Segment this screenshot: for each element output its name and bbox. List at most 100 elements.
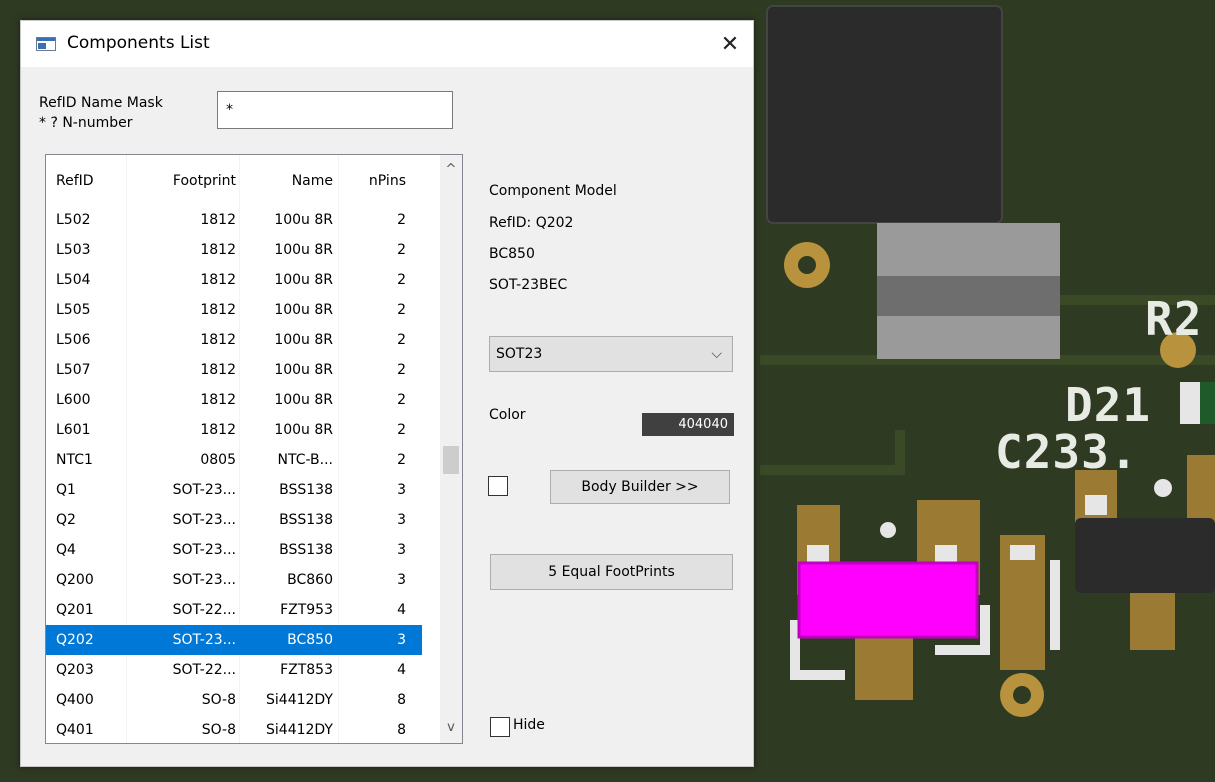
pcb-label-d: D21 bbox=[1065, 378, 1152, 432]
cell-refid: L503 bbox=[56, 242, 91, 258]
cell-name: BSS138 bbox=[279, 542, 333, 558]
refid-mask-label: RefID Name Mask * ? N-number bbox=[39, 93, 163, 133]
cell-refid: L507 bbox=[56, 362, 91, 378]
cell-name: 100u 8R bbox=[274, 422, 333, 438]
cell-footprint: SOT-23... bbox=[172, 632, 236, 648]
cell-name: Si4412DY bbox=[266, 722, 333, 738]
cell-footprint: SOT-22... bbox=[172, 602, 236, 618]
cell-npins: 2 bbox=[397, 302, 406, 318]
cell-name: FZT853 bbox=[280, 662, 333, 678]
column-header-refid[interactable]: RefID bbox=[56, 173, 94, 189]
cell-refid: L502 bbox=[56, 212, 91, 228]
table-row[interactable]: Q2 SOT-23... BSS138 3 bbox=[46, 505, 422, 535]
cell-npins: 2 bbox=[397, 392, 406, 408]
cell-refid: L600 bbox=[56, 392, 91, 408]
cell-npins: 2 bbox=[397, 362, 406, 378]
table-row[interactable]: Q200 SOT-23... BC860 3 bbox=[46, 565, 422, 595]
table-row[interactable]: NTC1 0805 NTC-B... 2 bbox=[46, 445, 422, 475]
cell-footprint: SO-8 bbox=[201, 692, 236, 708]
cell-name: BSS138 bbox=[279, 512, 333, 528]
cell-npins: 3 bbox=[397, 512, 406, 528]
cell-footprint: 1812 bbox=[200, 212, 236, 228]
cell-refid: Q201 bbox=[56, 602, 94, 618]
column-header-footprint[interactable]: Footprint bbox=[126, 173, 236, 189]
cell-npins: 2 bbox=[397, 272, 406, 288]
table-row[interactable]: Q203 SOT-22... FZT853 4 bbox=[46, 655, 422, 685]
vertical-scrollbar[interactable]: ^ v bbox=[440, 155, 462, 743]
color-swatch[interactable]: 404040 bbox=[642, 413, 734, 436]
table-row[interactable]: L601 1812 100u 8R 2 bbox=[46, 415, 422, 445]
cell-npins: 4 bbox=[397, 662, 406, 678]
cell-npins: 8 bbox=[397, 722, 406, 738]
table-row[interactable]: Q1 SOT-23... BSS138 3 bbox=[46, 475, 422, 505]
cell-refid: Q202 bbox=[56, 632, 94, 648]
component-model-heading: Component Model bbox=[489, 183, 617, 199]
model-dropdown[interactable]: SOT23 ⌵ bbox=[489, 336, 733, 372]
chevron-down-icon: ⌵ bbox=[711, 346, 722, 362]
table-row[interactable]: L600 1812 100u 8R 2 bbox=[46, 385, 422, 415]
table-row[interactable]: Q202 SOT-23... BC850 3 bbox=[46, 625, 422, 655]
table-row[interactable]: Q201 SOT-22... FZT953 4 bbox=[46, 595, 422, 625]
cell-footprint: 1812 bbox=[200, 272, 236, 288]
cell-refid: Q400 bbox=[56, 692, 94, 708]
table-row[interactable]: Q400 SO-8 Si4412DY 8 bbox=[46, 685, 422, 715]
column-header-name[interactable]: Name bbox=[241, 173, 333, 189]
body-builder-button[interactable]: Body Builder >> bbox=[550, 470, 730, 504]
cell-footprint: SOT-23... bbox=[172, 512, 236, 528]
color-label: Color bbox=[489, 407, 526, 423]
pcb-selected-component bbox=[797, 561, 979, 639]
scroll-down-icon[interactable]: v bbox=[440, 713, 462, 743]
table-row[interactable]: L503 1812 100u 8R 2 bbox=[46, 235, 422, 265]
components-table[interactable]: RefID Footprint Name nPins L502 1812 100u … bbox=[45, 154, 463, 744]
pcb-ic bbox=[1075, 518, 1215, 593]
cell-npins: 2 bbox=[397, 422, 406, 438]
cell-name: Si4412DY bbox=[266, 692, 333, 708]
cell-name: FZT953 bbox=[280, 602, 333, 618]
cell-refid: Q203 bbox=[56, 662, 94, 678]
close-button[interactable]: ✕ bbox=[707, 21, 753, 67]
cell-footprint: SO-8 bbox=[201, 722, 236, 738]
table-row[interactable]: L504 1812 100u 8R 2 bbox=[46, 265, 422, 295]
cell-footprint: 1812 bbox=[200, 362, 236, 378]
equal-footprints-button[interactable]: 5 Equal FootPrints bbox=[490, 554, 733, 590]
title-bar[interactable]: Components List ✕ bbox=[21, 21, 753, 67]
cell-footprint: SOT-23... bbox=[172, 572, 236, 588]
table-header: RefID Footprint Name nPins bbox=[46, 155, 422, 201]
cell-name: BC850 bbox=[287, 632, 333, 648]
cell-name: 100u 8R bbox=[274, 242, 333, 258]
cell-footprint: 1812 bbox=[200, 422, 236, 438]
table-row[interactable]: L507 1812 100u 8R 2 bbox=[46, 355, 422, 385]
cell-footprint: 1812 bbox=[200, 302, 236, 318]
table-row[interactable]: Q4 SOT-23... BSS138 3 bbox=[46, 535, 422, 565]
pcb-label-r: R2 bbox=[1145, 292, 1203, 346]
hide-checkbox[interactable] bbox=[490, 717, 510, 737]
cell-footprint: SOT-22... bbox=[172, 662, 236, 678]
cell-npins: 2 bbox=[397, 242, 406, 258]
cell-footprint: SOT-23... bbox=[172, 482, 236, 498]
cell-footprint: 1812 bbox=[200, 392, 236, 408]
body-builder-checkbox[interactable] bbox=[488, 476, 508, 496]
window-title: Components List bbox=[67, 33, 210, 53]
table-row[interactable]: L506 1812 100u 8R 2 bbox=[46, 325, 422, 355]
cell-npins: 4 bbox=[397, 602, 406, 618]
component-refid: RefID: Q202 bbox=[489, 215, 574, 231]
refid-mask-input[interactable] bbox=[217, 91, 453, 129]
cell-name: 100u 8R bbox=[274, 362, 333, 378]
component-name: BC850 bbox=[489, 246, 535, 262]
cell-refid: Q2 bbox=[56, 512, 76, 528]
cell-npins: 8 bbox=[397, 692, 406, 708]
hide-label[interactable]: Hide bbox=[513, 717, 545, 733]
cell-footprint: SOT-23... bbox=[172, 542, 236, 558]
cell-name: 100u 8R bbox=[274, 212, 333, 228]
cell-refid: Q401 bbox=[56, 722, 94, 738]
table-body: L502 1812 100u 8R 2 L503 1812 100u 8R 2 L504 1812… bbox=[46, 205, 422, 743]
scroll-thumb[interactable] bbox=[443, 446, 459, 474]
table-row[interactable]: L502 1812 100u 8R 2 bbox=[46, 205, 422, 235]
cell-footprint: 1812 bbox=[200, 242, 236, 258]
refid-mask-label-line1: RefID Name Mask bbox=[39, 95, 163, 111]
table-row[interactable]: L505 1812 100u 8R 2 bbox=[46, 295, 422, 325]
scroll-up-icon[interactable]: ^ bbox=[440, 155, 462, 185]
table-row[interactable]: Q401 SO-8 Si4412DY 8 bbox=[46, 715, 422, 743]
column-header-npins[interactable]: nPins bbox=[346, 173, 406, 189]
cell-footprint: 0805 bbox=[200, 452, 236, 468]
